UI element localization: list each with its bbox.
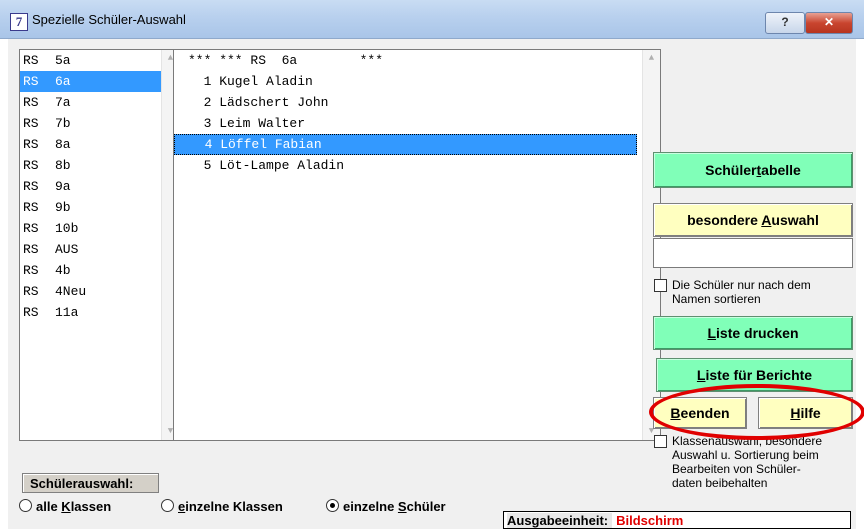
keep-selection-checkbox[interactable] <box>654 435 667 448</box>
title-close-button[interactable]: ✕ <box>805 12 853 34</box>
window-title: Spezielle Schüler-Auswahl <box>32 12 186 27</box>
radio-alle-klassen-dot[interactable] <box>19 499 32 512</box>
class-list-item[interactable]: RS 7a <box>20 92 179 113</box>
radio-alle-klassen-ul: K <box>61 499 71 514</box>
radio-einzelne-schueler[interactable]: einzelne Schüler <box>326 499 446 514</box>
class-school-code: RS <box>23 95 39 110</box>
keep-selection-label: Klassenauswahl, besondere Auswahl u. Sor… <box>672 434 857 490</box>
sort-by-name-label: Die Schüler nur nach dem Namen sortieren <box>672 278 857 306</box>
class-school-code: RS <box>23 284 39 299</box>
class-list-item[interactable]: RS 7b <box>20 113 179 134</box>
class-name: 4Neu <box>55 284 87 299</box>
class-list-item[interactable]: RS 5a <box>20 50 179 71</box>
keep-selection-label-line3: Bearbeiten von Schüler- <box>672 462 801 476</box>
liste-drucken-label-post: iste drucken <box>716 325 799 341</box>
besondere-auswahl-label-pre: besondere <box>687 212 762 228</box>
class-name: 7b <box>55 116 71 131</box>
class-school-code: RS <box>23 158 39 173</box>
class-name: 9b <box>55 200 71 215</box>
class-school-code: RS <box>23 305 39 320</box>
class-school-code: RS <box>23 53 39 68</box>
radio-einzelne-schueler-ul: S <box>397 499 407 514</box>
title-help-button[interactable]: ? <box>765 12 805 34</box>
class-list-item[interactable]: RS 8b <box>20 155 179 176</box>
title-bar[interactable]: 7 Spezielle Schüler-Auswahl ? ✕ <box>0 0 864 39</box>
radio-einzelne-klassen[interactable]: einzelne Klassen <box>161 499 283 514</box>
student-list-item[interactable]: 1 Kugel Aladin <box>174 71 660 92</box>
keep-selection-label-line4: daten beibehalten <box>672 476 768 490</box>
class-school-code: RS <box>23 116 39 131</box>
class-list[interactable]: RS 5a RS 6a RS 7a RS 7b RS 8a RS 8b RS 9a RS 9b RS 10b RS A… <box>19 49 180 441</box>
radio-alle-klassen[interactable]: alle Klassen <box>19 499 111 514</box>
radio-einzelne-klassen-post: inzelne Klassen <box>185 499 283 514</box>
radio-einzelne-schueler-pre: einzelne <box>343 499 398 514</box>
class-school-code: RS <box>23 200 39 215</box>
class-list-item[interactable]: RS 9b <box>20 197 179 218</box>
class-name: 10b <box>55 221 79 236</box>
class-school-code: RS <box>23 263 39 278</box>
liste-drucken-label-ul: L <box>707 325 717 341</box>
student-list-item[interactable]: 2 Lädschert John <box>174 92 660 113</box>
class-name: 7a <box>55 95 71 110</box>
dialog-window: 7 Spezielle Schüler-Auswahl ? ✕ RS 5a RS 6a… <box>0 0 864 529</box>
class-list-item[interactable]: RS 11a <box>20 302 179 323</box>
class-school-code: RS <box>23 179 39 194</box>
student-list-item[interactable]: 3 Leim Walter <box>174 113 660 134</box>
class-name: 5a <box>55 53 71 68</box>
radio-einzelne-schueler-post: chüler <box>406 499 446 514</box>
besondere-auswahl-button[interactable]: besondere Auswahl <box>653 203 853 237</box>
dialog-client-area: RS 5a RS 6a RS 7a RS 7b RS 8a RS 8b RS 9a RS 9b RS 10b RS A… <box>8 39 864 529</box>
class-list-item[interactable]: RS 9a <box>20 176 179 197</box>
liste-drucken-button[interactable]: Liste drucken <box>653 316 853 350</box>
class-name: 8b <box>55 158 71 173</box>
sort-by-name-checkbox[interactable] <box>654 279 667 292</box>
radio-einzelne-klassen-dot[interactable] <box>161 499 174 512</box>
class-list-item[interactable]: RS 8a <box>20 134 179 155</box>
scroll-up-arrow-icon[interactable]: ▲ <box>643 50 660 67</box>
class-list-item[interactable]: RS 4Neu <box>20 281 179 302</box>
class-name: 6a <box>55 74 71 89</box>
class-name: 9a <box>55 179 71 194</box>
student-list[interactable]: *** *** RS 6a *** 1 Kugel Aladin 2 Lädsc… <box>173 49 661 441</box>
radio-einzelne-schueler-dot[interactable] <box>326 499 339 512</box>
class-school-code: RS <box>23 242 39 257</box>
student-list-item[interactable]: 5 Löt-Lampe Aladin <box>174 155 660 176</box>
class-school-code: RS <box>23 221 39 236</box>
class-name: 8a <box>55 137 71 152</box>
output-unit-field[interactable]: Ausgabeeinheit: Bildschirm <box>503 511 851 529</box>
schuelertabelle-label-post: abelle <box>761 162 801 178</box>
class-list-item[interactable]: RS AUS <box>20 239 179 260</box>
schuelerauswahl-label: Schülerauswahl: <box>22 473 159 493</box>
radio-alle-klassen-pre: alle <box>36 499 62 514</box>
output-unit-label: Ausgabeeinheit: <box>507 513 613 528</box>
keep-selection-label-line2: Auswahl u. Sortierung beim <box>672 448 819 462</box>
app-icon: 7 <box>10 13 28 31</box>
auswahl-text-field[interactable] <box>653 238 853 268</box>
class-name: 4b <box>55 263 71 278</box>
besondere-auswahl-label-post: uswahl <box>771 212 819 228</box>
student-list-item[interactable]: 4 Löffel Fabian <box>174 134 637 155</box>
output-unit-value: Bildschirm <box>616 513 684 528</box>
class-name: AUS <box>55 242 79 257</box>
sort-by-name-label-line1: Die Schüler nur nach dem <box>672 278 811 292</box>
class-name: 11a <box>55 305 79 320</box>
schuelertabelle-button[interactable]: Schülertabelle <box>653 152 853 188</box>
liste-berichte-label-post: iste für Berichte <box>705 367 813 383</box>
class-list-item[interactable]: RS 4b <box>20 260 179 281</box>
sort-by-name-label-line2: Namen sortieren <box>672 292 761 306</box>
student-list-header: *** *** RS 6a *** <box>188 53 384 68</box>
highlight-annotation-ring <box>649 384 864 440</box>
schuelertabelle-label-pre: Schüler <box>705 162 757 178</box>
radio-alle-klassen-post: lassen <box>70 499 112 514</box>
class-list-item[interactable]: RS 6a <box>20 71 179 92</box>
class-school-code: RS <box>23 74 39 89</box>
class-list-item[interactable]: RS 10b <box>20 218 179 239</box>
besondere-auswahl-label-ul: A <box>761 212 772 228</box>
class-school-code: RS <box>23 137 39 152</box>
